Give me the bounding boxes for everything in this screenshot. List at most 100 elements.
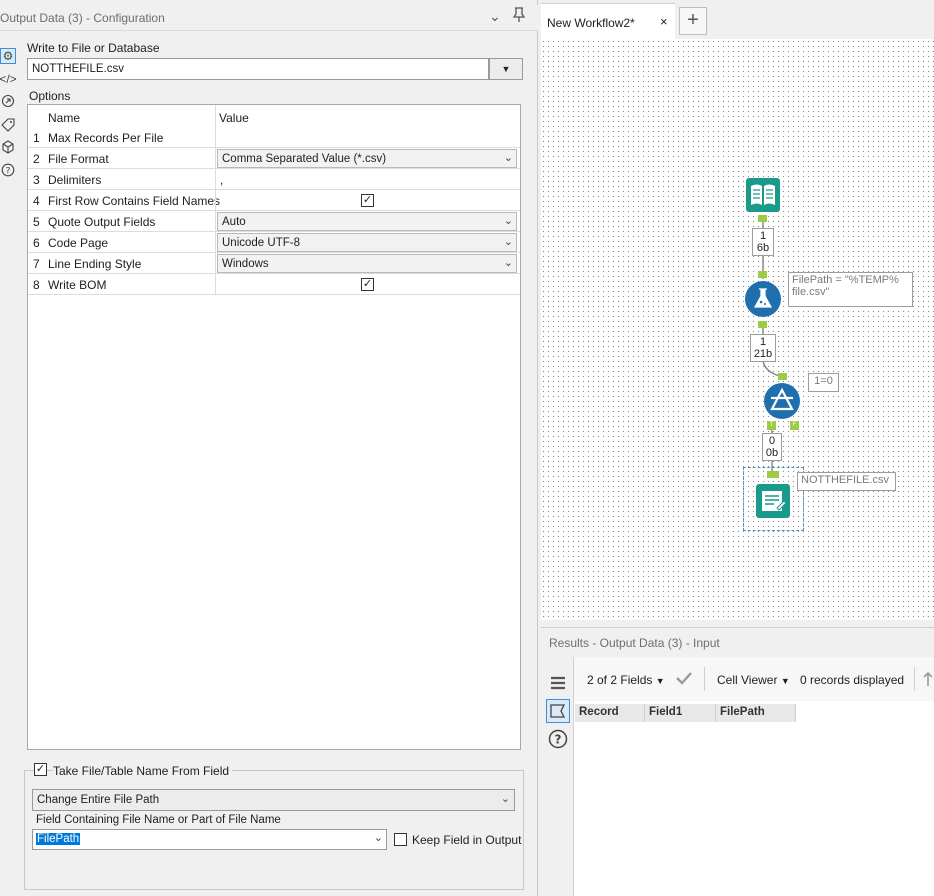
delimiters-value[interactable]: ,: [220, 173, 223, 187]
write-to-file-dropdown-button[interactable]: ▼: [489, 58, 523, 80]
line-ending-style-select[interactable]: Windows ⌄: [217, 254, 517, 273]
help-icon[interactable]: ?: [0, 162, 16, 178]
input-data-tool[interactable]: [745, 177, 781, 216]
formula-tool[interactable]: [744, 280, 782, 321]
chevron-down-icon: ⌄: [503, 152, 513, 164]
workflow-tab-bar: New Workflow2* × +: [541, 3, 934, 39]
filter-icon: [764, 383, 800, 419]
column-header-record[interactable]: Record: [575, 704, 645, 722]
connection-label: 0 0b: [762, 433, 782, 461]
close-icon[interactable]: ×: [660, 14, 668, 29]
write-to-file-input[interactable]: NOTTHEFILE.csv: [27, 58, 489, 80]
svg-text:?: ?: [6, 167, 11, 177]
field-select[interactable]: FilePath ⌄: [32, 829, 387, 850]
code-icon[interactable]: </>: [0, 71, 17, 87]
row-number: 7: [33, 257, 40, 271]
table-row[interactable]: 6 Code Page Unicode UTF-8 ⌄: [28, 232, 520, 253]
results-title: Results - Output Data (3) - Input: [549, 636, 720, 650]
cell-viewer-menu[interactable]: Cell Viewer ▼: [717, 673, 790, 687]
chevron-down-icon: ⌄: [503, 257, 513, 269]
message-icon[interactable]: [546, 699, 570, 723]
results-toolbar: 2 of 2 Fields ▼ Cell Viewer ▼ 0 records …: [574, 657, 934, 701]
row-number: 5: [33, 215, 40, 229]
true-anchor[interactable]: T: [767, 421, 776, 430]
input-anchor[interactable]: [778, 373, 787, 380]
options-grid-header: Name Value: [28, 105, 520, 147]
write-to-label: Write to File or Database: [27, 41, 160, 55]
help-icon[interactable]: ?: [546, 727, 570, 751]
column-header-field1[interactable]: Field1: [645, 704, 716, 722]
results-main: 2 of 2 Fields ▼ Cell Viewer ▼ 0 records …: [573, 657, 934, 896]
output-data-tool[interactable]: [755, 483, 791, 522]
connection-label: 1 21b: [750, 334, 776, 362]
change-file-path-select[interactable]: Change Entire File Path ⌄: [32, 789, 515, 811]
options-label: Options: [29, 89, 71, 103]
output-file-icon: [756, 484, 790, 518]
file-format-select[interactable]: Comma Separated Value (*.csv) ⌄: [217, 149, 517, 168]
table-row[interactable]: 7 Line Ending Style Windows ⌄: [28, 253, 520, 274]
tag-icon[interactable]: [0, 117, 16, 133]
results-side-toolbar: ?: [541, 657, 573, 896]
list-icon[interactable]: [546, 671, 570, 695]
output-anchor[interactable]: [758, 321, 767, 328]
input-anchor[interactable]: [767, 471, 779, 478]
table-row[interactable]: 4 First Row Contains Field Names ✓: [28, 190, 520, 211]
column-header-filepath[interactable]: FilePath: [716, 704, 796, 722]
row-number: 3: [33, 173, 40, 187]
options-grid: Name Value 1 Max Records Per File 2 File…: [27, 104, 521, 750]
input-anchor[interactable]: [758, 271, 767, 278]
chevron-down-icon: ⌄: [373, 832, 383, 844]
keep-field-checkbox[interactable]: [394, 833, 407, 846]
checkmark-icon[interactable]: [676, 671, 692, 688]
write-bom-checkbox[interactable]: ✓: [361, 278, 374, 291]
table-row[interactable]: 8 Write BOM ✓: [28, 274, 520, 295]
row-number: 8: [33, 278, 40, 292]
filter-tool[interactable]: [763, 382, 801, 423]
arrow-up-icon[interactable]: [922, 671, 934, 690]
quote-output-fields-select[interactable]: Auto ⌄: [217, 212, 517, 231]
fields-selector[interactable]: 2 of 2 Fields ▼: [587, 673, 665, 687]
code-page-select[interactable]: Unicode UTF-8 ⌄: [217, 233, 517, 252]
column-header-value: Value: [219, 111, 249, 125]
chevron-down-icon: ⌄: [500, 793, 510, 805]
first-row-field-names-checkbox[interactable]: ✓: [361, 194, 374, 207]
chevron-down-icon[interactable]: ⌄: [489, 8, 501, 25]
tab-new-workflow2[interactable]: New Workflow2* ×: [541, 3, 675, 39]
gear-icon[interactable]: ⚙: [0, 48, 16, 64]
caret-down-icon: ▼: [780, 676, 790, 686]
option-name: Delimiters: [48, 173, 102, 187]
table-row[interactable]: 3 Delimiters ,: [28, 169, 520, 190]
keep-field-label: Keep Field in Output: [412, 833, 522, 847]
svg-text:?: ?: [555, 733, 562, 747]
connection-label: 1 6b: [752, 228, 774, 256]
table-row[interactable]: 5 Quote Output Fields Auto ⌄: [28, 211, 520, 232]
chevron-down-icon: ⌄: [503, 215, 513, 227]
output-anchor[interactable]: [758, 215, 767, 222]
formula-annotation: FilePath = "%TEMP% file.csv": [788, 272, 913, 307]
book-icon: [746, 178, 780, 212]
option-name: File Format: [48, 152, 109, 166]
false-anchor[interactable]: F: [790, 421, 799, 430]
caret-down-icon: ▼: [655, 676, 665, 686]
row-number: 4: [33, 194, 40, 208]
configuration-title-bar: Output Data (3) - Configuration ⌄: [0, 5, 538, 31]
output-annotation: NOTTHEFILE.csv: [797, 472, 896, 491]
row-number: 1: [33, 131, 40, 145]
filter-annotation: 1=0: [808, 373, 839, 392]
table-row[interactable]: 2 File Format Comma Separated Value (*.c…: [28, 148, 520, 169]
option-name: Line Ending Style: [48, 257, 142, 271]
table-row[interactable]: 1 Max Records Per File: [28, 127, 520, 148]
workflow-canvas[interactable]: 1 6b FilePath = "%TEMP% file.csv" 1 21b …: [541, 39, 934, 620]
take-file-name-checkbox[interactable]: ✓: [34, 763, 47, 776]
pin-icon[interactable]: [512, 7, 526, 26]
max-records-value[interactable]: [215, 127, 519, 148]
cube-icon[interactable]: [0, 139, 16, 155]
annotation-icon[interactable]: [0, 93, 16, 109]
row-number: 6: [33, 236, 40, 250]
results-title-bar: Results - Output Data (3) - Input: [541, 627, 934, 657]
row-number: 2: [33, 152, 40, 166]
take-file-name-label: Take File/Table Name From Field: [53, 764, 233, 778]
add-tab-button[interactable]: +: [679, 7, 707, 35]
column-header-name: Name: [48, 111, 81, 125]
field-containing-label: Field Containing File Name or Part of Fi…: [36, 814, 281, 826]
